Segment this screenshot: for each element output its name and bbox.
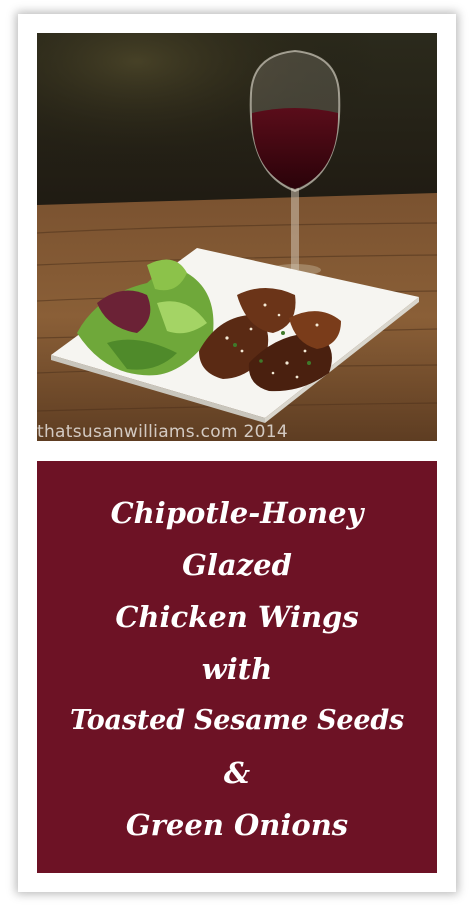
title-line-4: with xyxy=(201,652,273,686)
title-line-2: Glazed xyxy=(182,548,292,582)
title-panel: Chipotle-Honey Glazed Chicken Wings with… xyxy=(37,461,437,873)
title-line-6: & xyxy=(223,756,251,790)
food-photo-illustration xyxy=(37,33,437,441)
food-photo: thatsusanwilliams.com 2014 xyxy=(37,33,437,441)
title-line-1: Chipotle-Honey xyxy=(110,496,364,530)
recipe-title: Chipotle-Honey Glazed Chicken Wings with… xyxy=(37,487,437,851)
photo-watermark: thatsusanwilliams.com 2014 xyxy=(37,422,289,441)
title-line-7: Green Onions xyxy=(125,808,349,842)
title-line-5: Toasted Sesame Seeds xyxy=(69,705,405,736)
title-line-3: Chicken Wings xyxy=(115,600,359,634)
